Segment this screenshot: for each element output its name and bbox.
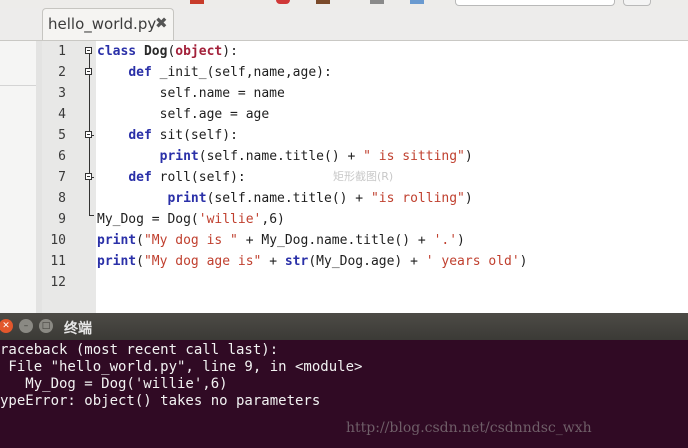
code-token: self.age = age bbox=[97, 107, 270, 122]
fold-marker-icon[interactable] bbox=[85, 68, 92, 75]
terminal-line: My_Dog = Dog('willie',6) bbox=[0, 376, 228, 392]
code-line: print(self.name.title() + " is sitting") bbox=[97, 146, 473, 167]
line-number: 1 bbox=[58, 44, 66, 59]
code-line: def _init_(self,name,age): bbox=[97, 62, 332, 83]
code-token: ' years old' bbox=[425, 254, 520, 269]
fold-end-marker bbox=[89, 215, 94, 216]
editor-toolbar bbox=[0, 0, 688, 8]
screenshot-hint-overlay: 矩形截图(R) bbox=[333, 170, 394, 183]
fold-marker-icon[interactable] bbox=[85, 131, 92, 138]
code-token: _init_(self,name,age): bbox=[151, 65, 332, 80]
code-token: ): bbox=[222, 44, 238, 59]
line-number: 12 bbox=[50, 275, 66, 290]
code-token: (self.name.title() + bbox=[198, 149, 364, 164]
toolbar-tool-icon[interactable] bbox=[370, 0, 384, 4]
code-token: + bbox=[261, 254, 285, 269]
side-panel bbox=[0, 41, 37, 313]
code-token: ) bbox=[519, 254, 528, 269]
line-number: 4 bbox=[58, 107, 66, 122]
code-token: print bbox=[167, 191, 207, 206]
code-token: ,6) bbox=[261, 212, 285, 227]
line-number: 8 bbox=[58, 191, 66, 206]
code-token: "My dog is " bbox=[143, 233, 238, 248]
code-token: ) bbox=[457, 233, 465, 248]
terminal-line: ypeError: object() takes no parameters bbox=[0, 393, 321, 409]
code-line: self.age = age bbox=[97, 104, 270, 125]
code-line: def roll(self): bbox=[97, 167, 246, 188]
code-token: def bbox=[128, 128, 152, 143]
terminal-line: raceback (most recent call last): bbox=[0, 342, 279, 358]
code-token: ) bbox=[464, 191, 473, 206]
code-token: (My_Dog.age) + bbox=[308, 254, 426, 269]
code-token: object bbox=[175, 44, 223, 59]
terminal-titlebar: ✕ – □ 终端 bbox=[0, 313, 688, 340]
code-token: def bbox=[128, 170, 152, 185]
code-editor[interactable]: class Dog(object): def _init_(self,name,… bbox=[96, 41, 688, 313]
code-token: class bbox=[97, 44, 137, 59]
code-token: " is sitting" bbox=[363, 149, 465, 164]
line-number: 11 bbox=[50, 254, 66, 269]
close-icon[interactable]: ✖ bbox=[155, 14, 168, 32]
toolbar-stop-icon[interactable] bbox=[276, 0, 290, 4]
code-token: My_Dog = Dog( bbox=[97, 212, 199, 227]
code-token: Dog bbox=[143, 44, 168, 59]
line-number: 5 bbox=[58, 128, 66, 143]
fold-marker-icon[interactable] bbox=[85, 47, 92, 54]
code-token: sit(self): bbox=[151, 128, 238, 143]
code-token: self.name = name bbox=[97, 86, 285, 101]
maximize-icon[interactable]: □ bbox=[39, 319, 53, 333]
toolbar-button[interactable] bbox=[623, 0, 651, 6]
code-token: str bbox=[284, 254, 309, 269]
tab-label: hello_world.py bbox=[48, 15, 157, 33]
code-token: 'willie' bbox=[198, 212, 262, 227]
minimize-icon[interactable]: – bbox=[19, 319, 33, 333]
code-line: class Dog(object): bbox=[97, 41, 238, 62]
fold-marker-icon[interactable] bbox=[85, 173, 92, 180]
code-token: print bbox=[159, 149, 199, 164]
watermark: http://blog.csdn.net/csdnndsc_wxh bbox=[346, 420, 592, 436]
code-token: print bbox=[97, 233, 137, 248]
code-line: My_Dog = Dog('willie',6) bbox=[97, 209, 285, 230]
code-token: print bbox=[97, 254, 137, 269]
close-icon[interactable]: ✕ bbox=[0, 319, 13, 333]
divider bbox=[0, 85, 36, 86]
code-token: ) bbox=[464, 149, 473, 164]
code-token: (self.name.title() + bbox=[206, 191, 371, 206]
line-number: 6 bbox=[58, 149, 66, 164]
tab-bar: hello_world.py ✖ bbox=[0, 8, 688, 41]
code-line: print("My dog is " + My_Dog.name.title()… bbox=[97, 230, 465, 251]
code-token: roll(self): bbox=[151, 170, 246, 185]
code-token: ( bbox=[136, 233, 144, 248]
line-number: 2 bbox=[58, 65, 66, 80]
line-number: 10 bbox=[50, 233, 66, 248]
code-line: self.name = name bbox=[97, 83, 285, 104]
code-token: ( bbox=[136, 254, 144, 269]
code-line: def sit(self): bbox=[97, 125, 238, 146]
line-number: 9 bbox=[58, 212, 66, 227]
line-number: 7 bbox=[58, 170, 66, 185]
code-token: + My_Dog.name.title() + bbox=[237, 233, 434, 248]
toolbar-record-icon[interactable] bbox=[190, 0, 204, 4]
terminal-title: 终端 bbox=[64, 321, 92, 337]
line-number-gutter: 1 2 3 4 5 6 7 8 9 10 11 12 bbox=[42, 41, 96, 313]
line-number: 3 bbox=[58, 86, 66, 101]
toolbar-tool-icon[interactable] bbox=[316, 0, 330, 4]
code-token: "is rolling" bbox=[370, 191, 465, 206]
toolbar-tool-icon[interactable] bbox=[410, 0, 424, 4]
tab-hello-world[interactable]: hello_world.py ✖ bbox=[42, 8, 174, 40]
code-token: '.' bbox=[433, 233, 458, 248]
terminal-line: File "hello_world.py", line 9, in <modul… bbox=[0, 359, 363, 375]
code-line: print("My dog age is" + str(My_Dog.age) … bbox=[97, 251, 528, 272]
code-token: def bbox=[128, 65, 152, 80]
code-line: print(self.name.title() + "is rolling") bbox=[97, 188, 473, 209]
search-input[interactable] bbox=[455, 0, 615, 6]
code-token: "My dog age is" bbox=[143, 254, 262, 269]
